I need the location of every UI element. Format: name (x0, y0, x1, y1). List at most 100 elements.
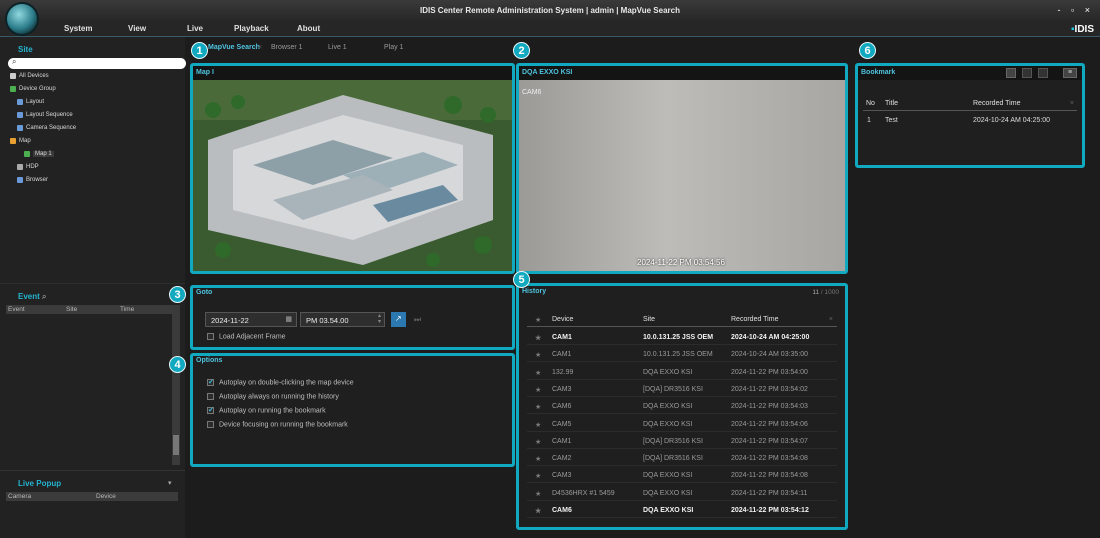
calendar-icon: ▦ (285, 316, 292, 323)
tree-item[interactable]: Browser (17, 177, 48, 183)
table-row[interactable]: ★ CAM3 DQA EXXO KSI 2024-11-22 PM 03:54:08 (527, 469, 837, 484)
tab-bar (188, 40, 1100, 56)
site-title: Site (18, 45, 33, 54)
tree-item[interactable]: Layout (17, 99, 44, 105)
table-row[interactable]: ★ CAM1 10.0.131.25 JSS OEM 2024-10-24 AM 03… (527, 348, 837, 363)
tree-node-icon (17, 99, 23, 105)
tree-item[interactable]: Map (10, 138, 31, 144)
table-row[interactable]: ★ 132.99 DQA EXXO KSI 2024-11-22 PM 03:54:0… (527, 366, 837, 380)
tree-item[interactable]: All Devices (10, 73, 49, 79)
edit-bookmark-icon[interactable] (1022, 68, 1032, 78)
table-row[interactable]: ★ CAM2 [DQA] DR3516 KSI 2024-11-22 PM 03:54… (527, 452, 837, 467)
search-icon[interactable]: ⌕ (42, 292, 46, 301)
star-icon: ★ (535, 508, 542, 515)
star-icon: ★ (535, 404, 542, 412)
goto-title: Goto (196, 289, 213, 296)
tree-item[interactable]: Device Group (10, 86, 56, 92)
add-bookmark-icon[interactable] (1006, 68, 1016, 78)
list-icon[interactable]: ≡ (1063, 68, 1077, 78)
tree-item-label: Map 1 (33, 151, 54, 157)
panel-number-badge: 6 (859, 42, 876, 59)
title-bar: IDIS Center Remote Administration System… (0, 0, 1100, 22)
app-logo-icon[interactable] (5, 2, 39, 36)
menu-about[interactable]: About (297, 24, 320, 33)
spinner-icon: ▴ ▾ (377, 313, 381, 325)
history-table-header: ★ Device Site Recorded Time × (527, 313, 837, 327)
tree-node-icon (10, 138, 16, 144)
option-checkbox[interactable]: ✔ Autoplay on running the bookmark (207, 407, 326, 414)
tree-item[interactable]: Camera Sequence (17, 125, 76, 131)
table-row[interactable]: 1 Test 2024-10-24 AM 04:25:00 (863, 114, 1077, 128)
chevron-down-icon[interactable]: ▾ (168, 479, 172, 487)
table-row[interactable]: ★ CAM6 DQA EXXO KSI 2024-11-22 PM 03:54:03 (527, 400, 837, 415)
table-row[interactable]: ★ D4536HRX #1 5459 DQA EXXO KSI 2024-11-22 … (527, 487, 837, 501)
tree-node-icon (17, 164, 23, 170)
divider (0, 283, 185, 284)
options-title: Options (196, 357, 223, 364)
play-bookmark-icon[interactable] (1038, 68, 1048, 78)
history-title: History (522, 288, 547, 295)
tree-node-icon (24, 151, 30, 157)
table-row[interactable]: ★ CAM1 [DQA] DR3516 KSI 2024-11-22 PM 03:54… (527, 435, 837, 449)
map-panel-header: Map I (193, 66, 512, 80)
tree-node-icon (10, 86, 16, 92)
bookmark-table-header: No Title Recorded Time × (863, 97, 1077, 111)
star-icon: ★ (535, 352, 542, 360)
star-icon: ★ (535, 473, 542, 481)
panel-number-badge: 2 (513, 42, 530, 59)
panel-number-badge: 4 (169, 356, 186, 373)
goto-button[interactable]: ↗ (391, 312, 406, 327)
tree-node-icon (17, 125, 23, 131)
map-panel: Map I (190, 63, 515, 274)
tree-item-label: Map (19, 138, 31, 144)
map-image[interactable] (193, 80, 512, 271)
option-checkbox[interactable]: ✔ Autoplay on double-clicking the map dev… (207, 379, 354, 386)
tree-node-icon (17, 177, 23, 183)
close-icon[interactable]: × (258, 44, 262, 51)
event-scrollbar[interactable] (172, 305, 180, 465)
tree-item-label: Device Group (19, 86, 56, 92)
history-count: 11 / 1000 (812, 289, 839, 296)
menu-playback[interactable]: Playback (234, 24, 269, 33)
table-row[interactable]: ★ CAM6 DQA EXXO KSI 2024-11-22 PM 03:54:12 (527, 504, 837, 518)
tree-node-icon (10, 73, 16, 79)
option-checkbox[interactable]: Autoplay always on running the history (207, 393, 339, 400)
tab-mapvue-search[interactable]: MapVue Search (208, 44, 260, 51)
bookmark-panel-header: Bookmark (858, 66, 1082, 80)
window-controls[interactable]: - ▫ × (1058, 5, 1094, 15)
tree-item[interactable]: Layout Sequence (17, 112, 73, 118)
menu-view[interactable]: View (128, 24, 146, 33)
video-view[interactable]: CAM6 2024-11-22 PM 03:54:56 (519, 80, 845, 271)
options-panel: Options ✔ Autoplay on double-clicking the… (190, 353, 515, 467)
tree-node-icon (17, 112, 23, 118)
video-panel-header: DQA EXXO KSI (519, 66, 845, 80)
panel-number-badge: 3 (169, 286, 186, 303)
tree-item-label: HDP (26, 164, 39, 170)
next-frame-icon[interactable]: ⏭ (414, 315, 421, 325)
tab-play[interactable]: Play 1 (384, 44, 403, 51)
bookmark-panel: Bookmark ≡ No Title Recorded Time × 1 Te… (855, 63, 1085, 168)
option-checkbox[interactable]: Device focusing on running the bookmark (207, 421, 348, 428)
tree-item[interactable]: Map 1 (24, 151, 54, 157)
time-input[interactable]: PM 03.54.00 ▴ ▾ (300, 312, 385, 327)
table-row[interactable]: ★ CAM1 10.0.131.25 JSS OEM 2024-10-24 AM 04… (527, 331, 837, 345)
tab-browser[interactable]: Browser 1 (271, 44, 303, 51)
star-icon: ★ (535, 386, 542, 394)
site-search-input[interactable]: ⌕ (8, 57, 186, 69)
tree-item-label: Camera Sequence (26, 125, 77, 131)
menu-bar: System View Live Playback About (0, 22, 1100, 37)
date-input[interactable]: 2024-11-22 ▦ (205, 312, 297, 327)
load-adjacent-checkbox[interactable]: Load Adjacent Frame (207, 333, 286, 340)
table-row[interactable]: ★ CAM3 [DQA] DR3516 KSI 2024-11-22 PM 03:54… (527, 383, 837, 397)
tree-item[interactable]: HDP (17, 164, 39, 170)
star-icon: ★ (535, 421, 542, 429)
star-icon: ★ (535, 335, 542, 342)
tree-item-label: Layout Sequence (26, 112, 73, 118)
video-timestamp: 2024-11-22 PM 03:54:56 (637, 258, 725, 267)
goto-panel: Goto 2024-11-22 ▦ PM 03.54.00 ▴ ▾ ↗ ⏭ Loa… (190, 285, 515, 350)
menu-system[interactable]: System (64, 24, 92, 33)
tab-live[interactable]: Live 1 (328, 44, 347, 51)
panel-number-badge: 1 (191, 42, 208, 59)
table-row[interactable]: ★ CAM5 DQA EXXO KSI 2024-11-22 PM 03:54:06 (527, 418, 837, 432)
menu-live[interactable]: Live (187, 24, 203, 33)
